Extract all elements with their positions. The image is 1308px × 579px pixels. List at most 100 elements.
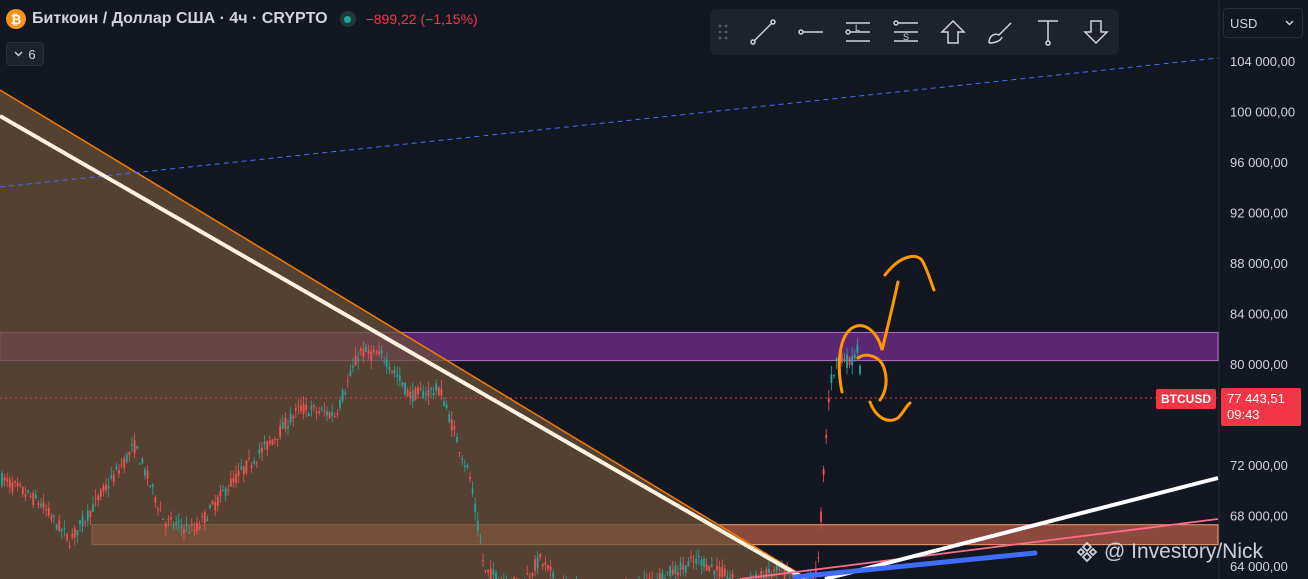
candle-body bbox=[489, 568, 492, 579]
candle-body bbox=[263, 441, 266, 445]
candle-body bbox=[456, 436, 458, 443]
candle-body bbox=[73, 528, 76, 538]
price-tick-label: 68 000,00 bbox=[1230, 509, 1288, 524]
indicators-count: 6 bbox=[28, 46, 36, 62]
candle-body bbox=[469, 476, 471, 479]
candle-body bbox=[365, 346, 367, 352]
candle-body bbox=[411, 390, 414, 402]
candle-body bbox=[151, 484, 154, 487]
symbol-price-tag: BTCUSD bbox=[1156, 389, 1216, 409]
candle-body bbox=[534, 559, 536, 571]
candle-body bbox=[136, 446, 139, 449]
candle-body bbox=[196, 522, 198, 532]
candle-body bbox=[430, 388, 432, 390]
candle-body bbox=[63, 528, 66, 530]
candle-body bbox=[827, 398, 830, 403]
arrow-down-tool-button[interactable] bbox=[1080, 16, 1112, 48]
price-tick-label: 100 000,00 bbox=[1230, 105, 1295, 120]
candle-body bbox=[125, 454, 128, 463]
annotation-bullish-arrowhead bbox=[883, 254, 936, 292]
candle-body bbox=[684, 565, 687, 573]
candle-body bbox=[848, 357, 851, 366]
brush-icon bbox=[988, 22, 1012, 44]
candle-body bbox=[822, 468, 825, 475]
long-position-tool-button[interactable]: L bbox=[842, 16, 874, 48]
price-tick-label: 88 000,00 bbox=[1230, 256, 1288, 271]
chart-canvas[interactable]: 104 000,00 100 000,00 96 000,00 92 000,00 88… bbox=[0, 0, 1308, 579]
indicators-collapse-button[interactable]: 6 bbox=[6, 42, 44, 66]
candle-body bbox=[544, 562, 547, 565]
candle-body bbox=[45, 508, 48, 511]
candle-body bbox=[24, 494, 27, 497]
candle-body bbox=[8, 479, 11, 488]
short-position-tool-button[interactable]: S bbox=[890, 16, 922, 48]
candle-body bbox=[128, 451, 131, 456]
trend-line-tool-button[interactable] bbox=[747, 16, 779, 48]
candle-body bbox=[229, 478, 232, 487]
candle-body bbox=[695, 558, 698, 564]
candle-body bbox=[32, 492, 35, 505]
horizontal-ray-icon bbox=[798, 29, 823, 35]
candle-body bbox=[50, 516, 53, 520]
candle-body bbox=[346, 380, 349, 382]
candle-body bbox=[437, 387, 440, 396]
candle-body bbox=[99, 490, 102, 497]
candle-body bbox=[859, 365, 861, 374]
price-tick-label: 104 000,00 bbox=[1230, 54, 1295, 69]
price-axis-background[interactable] bbox=[1219, 0, 1308, 579]
candle-body bbox=[310, 405, 313, 410]
candle-body bbox=[305, 404, 308, 410]
candle-body bbox=[820, 511, 822, 522]
candle-body bbox=[242, 466, 245, 475]
candle-body bbox=[79, 520, 81, 525]
brush-tool-button[interactable] bbox=[984, 16, 1016, 48]
candle-body bbox=[320, 408, 323, 410]
candle-body bbox=[422, 391, 425, 399]
currency-selector[interactable]: USD bbox=[1223, 8, 1303, 38]
candle-body bbox=[258, 449, 261, 454]
candle-body bbox=[851, 356, 854, 366]
symbol-title[interactable]: Биткоин / Доллар США · 4ч · CRYPTO bbox=[32, 10, 328, 28]
drag-handle-icon[interactable] bbox=[718, 24, 728, 40]
candle-body bbox=[677, 572, 679, 576]
price-range-tool-button[interactable] bbox=[1032, 16, 1064, 48]
candle-body bbox=[765, 569, 768, 579]
arrow-down-icon bbox=[1083, 20, 1109, 45]
candle-body bbox=[492, 570, 495, 575]
candle-body bbox=[248, 458, 250, 460]
candle-body bbox=[723, 568, 726, 577]
candle-body bbox=[856, 344, 859, 353]
chevron-down-icon bbox=[1285, 20, 1294, 26]
candle-body bbox=[112, 474, 115, 482]
candle-body bbox=[237, 470, 240, 477]
candle-body bbox=[313, 405, 315, 407]
candle-body bbox=[37, 503, 40, 505]
candle-body bbox=[86, 510, 89, 521]
horizontal-ray-tool-button[interactable] bbox=[794, 16, 826, 48]
candle-body bbox=[547, 564, 549, 570]
candle-body bbox=[531, 573, 534, 576]
candle-body bbox=[209, 505, 211, 508]
candle-body bbox=[287, 426, 289, 429]
price-tick-label: 92 000,00 bbox=[1230, 206, 1288, 221]
candle-body bbox=[14, 481, 16, 483]
candle-body bbox=[81, 515, 84, 527]
candle-body bbox=[84, 521, 87, 523]
candle-body bbox=[414, 388, 417, 401]
candle-body bbox=[276, 438, 279, 440]
arrow-up-tool-button[interactable] bbox=[937, 16, 969, 48]
short-position-letter: S bbox=[903, 32, 910, 42]
candle-body bbox=[843, 359, 846, 362]
candle-body bbox=[190, 523, 193, 526]
watermark-text: @ Investory/Nick bbox=[1104, 540, 1264, 563]
long-position-letter: L bbox=[855, 23, 861, 33]
candle-body bbox=[679, 562, 682, 570]
candle-body bbox=[164, 523, 167, 528]
candle-body bbox=[94, 497, 97, 499]
arrow-up-icon bbox=[940, 19, 966, 44]
candle-body bbox=[118, 469, 120, 474]
candle-body bbox=[458, 452, 461, 454]
candle-body bbox=[349, 370, 352, 376]
candle-body bbox=[175, 522, 178, 525]
candle-body bbox=[775, 565, 778, 572]
